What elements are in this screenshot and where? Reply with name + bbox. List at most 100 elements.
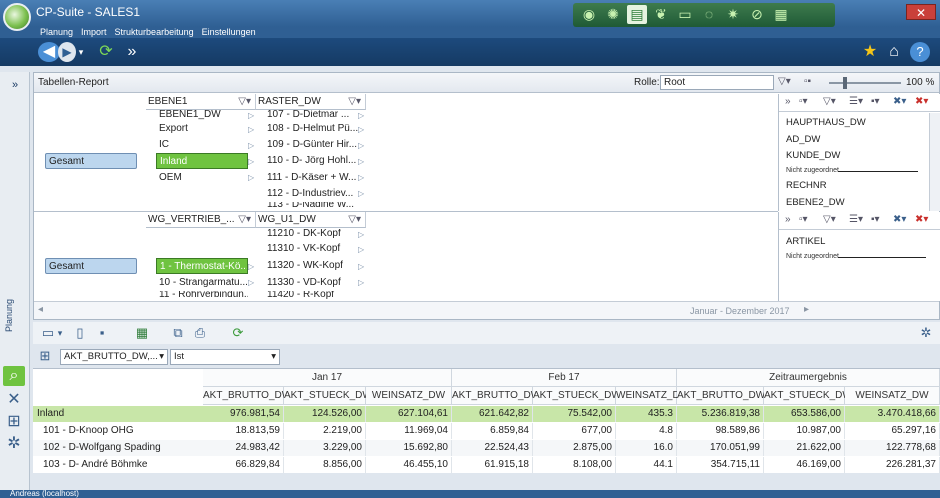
structure-icon[interactable]: ⊞ (3, 412, 25, 432)
copy-icon[interactable]: ⧉ (169, 324, 187, 342)
menu-item-planung[interactable]: Planung (40, 27, 73, 38)
tree-node-strangarmatur[interactable]: 10 - Strangarmatu... (156, 275, 248, 291)
filter-icon[interactable]: ▽▾ (238, 94, 251, 109)
tree-node-11310[interactable]: 11310 - VK-Kopf (264, 241, 358, 257)
column-header-wg-u1[interactable]: WG_U1_DW ▽▾ (256, 212, 366, 228)
table-cell[interactable]: 124.526,00 (284, 406, 366, 422)
expand-arrow-icon[interactable]: ▷ (248, 262, 254, 271)
tree-node-inland[interactable]: Inland (156, 153, 248, 169)
table-cell[interactable]: 61.915,18 (452, 457, 533, 473)
history-dropdown-icon[interactable]: ▾ (76, 42, 86, 62)
expand-arrow-icon[interactable]: ▷ (248, 125, 254, 134)
expand-arrow-icon[interactable]: ▷ (358, 245, 364, 254)
table-cell[interactable]: 46.169,00 (764, 457, 845, 473)
table-cell[interactable]: 677,00 (533, 423, 616, 439)
column-header[interactable]: AKT_STUECK_DW (764, 387, 852, 405)
recalculate-icon[interactable]: ⟳ (229, 324, 247, 342)
bulb-icon[interactable]: ✺ (603, 5, 623, 24)
tree-node-ebene1[interactable]: EBENE1_DW (156, 110, 248, 120)
table-cell[interactable]: 3.229,00 (284, 440, 366, 456)
tree-node-export[interactable]: Export (156, 121, 248, 137)
column-header[interactable]: WEINSATZ_DW (366, 387, 452, 405)
filter-icon[interactable]: ▽▾ (778, 76, 791, 87)
tree-node-108[interactable]: 108 - D-Helmut Pü... (264, 121, 358, 137)
app-logo-icon[interactable] (3, 3, 31, 31)
search-icon[interactable]: ⌕ (3, 366, 25, 386)
table-cell[interactable]: 4.8 (616, 423, 677, 439)
column-header[interactable]: WEINSATZ_DW (845, 387, 940, 405)
table-cell[interactable]: 170.051,99 (677, 440, 764, 456)
expand-arrow-icon[interactable]: ▷ (248, 141, 254, 150)
gears-icon[interactable]: ✷ (723, 5, 743, 24)
table-cell[interactable]: 66.829,84 (203, 457, 284, 473)
tree-node-11210[interactable]: 11210 - DK-Kopf (264, 229, 358, 239)
building-icon[interactable]: ▦ (771, 5, 791, 24)
table-cell[interactable]: 44.1 (616, 457, 677, 473)
favorite-star-icon[interactable]: ★ (860, 42, 880, 62)
expand-arrow-icon[interactable]: ▷ (358, 157, 364, 166)
open-icon[interactable]: ▯ (71, 324, 89, 342)
table-cell[interactable]: 65.297,16 (845, 423, 940, 439)
layout-icon[interactable]: ▫▾ (799, 214, 808, 225)
dimension-haupthaus[interactable]: HAUPTHAUS_DW (786, 117, 866, 128)
table-cell[interactable]: 627.104,61 (366, 406, 452, 422)
row-label[interactable]: 102 - D-Wolfgang Spading (39, 440, 199, 456)
expand-arrow-icon[interactable]: ▷ (358, 189, 364, 198)
table-cell[interactable]: 24.983,42 (203, 440, 284, 456)
layout-icon[interactable]: ▫▾ (799, 96, 808, 107)
expand-arrow-icon[interactable]: ▷ (358, 230, 364, 239)
sidebar-expand-button[interactable]: » (4, 76, 26, 94)
expand-arrow-icon[interactable]: ▷ (358, 173, 364, 182)
new-dropdown-icon[interactable]: ▾ (55, 324, 65, 342)
window-close-button[interactable]: ✕ (906, 4, 936, 20)
table-cell[interactable]: 5.236.819,38 (677, 406, 764, 422)
expand-arrow-icon[interactable]: ▷ (248, 111, 254, 120)
clear-icon[interactable]: ✖▾ (893, 214, 906, 225)
money-icon[interactable]: ▤ (627, 5, 647, 24)
refresh-icon[interactable]: ◌ (699, 5, 719, 24)
rolle-select[interactable]: Root (660, 75, 774, 90)
tree-node-ic[interactable]: IC (156, 137, 248, 153)
table-cell[interactable]: 22.524,43 (452, 440, 533, 456)
expand-arrow-icon[interactable]: ▷ (358, 111, 364, 120)
column-header[interactable]: AKT_BRUTTO_DW (677, 387, 765, 405)
version-select[interactable]: Ist ▾ (170, 349, 280, 365)
column-header-wg-vertrieb[interactable]: WG_VERTRIEB_... ▽▾ (146, 212, 256, 228)
tree-node-11330[interactable]: 11330 - VD-Kopf (264, 275, 358, 291)
sidebar-tab-planung[interactable]: Planung (4, 282, 24, 332)
table-cell[interactable]: 2.875,00 (533, 440, 616, 456)
table-cell[interactable]: 8.856,00 (284, 457, 366, 473)
tree-node-113[interactable]: 113 - D-Nadine W... (264, 202, 358, 209)
forward-nav-icon[interactable]: » (122, 42, 142, 62)
tree-node-11420[interactable]: 11420 - R-Kopf (264, 291, 358, 299)
home-icon[interactable]: ⌂ (884, 42, 904, 62)
tree-node-112[interactable]: 112 - D-Industriev... (264, 186, 358, 202)
help-icon[interactable]: ? (910, 42, 930, 62)
filter-icon[interactable]: ▽▾ (238, 212, 251, 227)
tree-node-gesamt[interactable]: Gesamt (45, 153, 137, 169)
expand-arrow-icon[interactable]: ▷ (358, 125, 364, 134)
tree-node-110[interactable]: 110 - D- Jörg Hohl... (264, 153, 358, 169)
tree-node-11320[interactable]: 11320 - WK-Kopf (264, 258, 358, 274)
scroll-left-icon[interactable]: ◂ (38, 304, 43, 315)
filter-icon[interactable]: ▽▾ (823, 96, 836, 107)
cash-icon[interactable]: ▭ (675, 5, 695, 24)
globe-icon[interactable]: ◉ (579, 5, 599, 24)
expand-arrow-icon[interactable]: ▷ (358, 262, 364, 271)
tree-node-thermostat[interactable]: 1 - Thermostat-Kö... (156, 258, 248, 274)
dimension-artikel[interactable]: ARTIKEL (786, 236, 825, 247)
dimension-kunde[interactable]: KUNDE_DW (786, 150, 840, 161)
table-cell[interactable]: 435.3 (616, 406, 677, 422)
table-cell[interactable]: 621.642,82 (452, 406, 533, 422)
zoom-slider[interactable] (829, 77, 901, 89)
table-cell[interactable]: 6.859,84 (452, 423, 533, 439)
expand-arrow-icon[interactable]: ▷ (248, 278, 254, 287)
expand-arrow-icon[interactable]: ▷ (358, 278, 364, 287)
tree-node-111[interactable]: 111 - D-Käser + W... (264, 170, 358, 186)
collapse-icon[interactable]: » (785, 96, 791, 107)
list-icon[interactable]: ☰▾ (849, 96, 863, 107)
table-cell[interactable]: 976.981,54 (203, 406, 284, 422)
menu-item-import[interactable]: Import (81, 27, 107, 38)
table-cell[interactable]: 21.622,00 (764, 440, 845, 456)
menu-item-einstellungen[interactable]: Einstellungen (202, 27, 256, 38)
